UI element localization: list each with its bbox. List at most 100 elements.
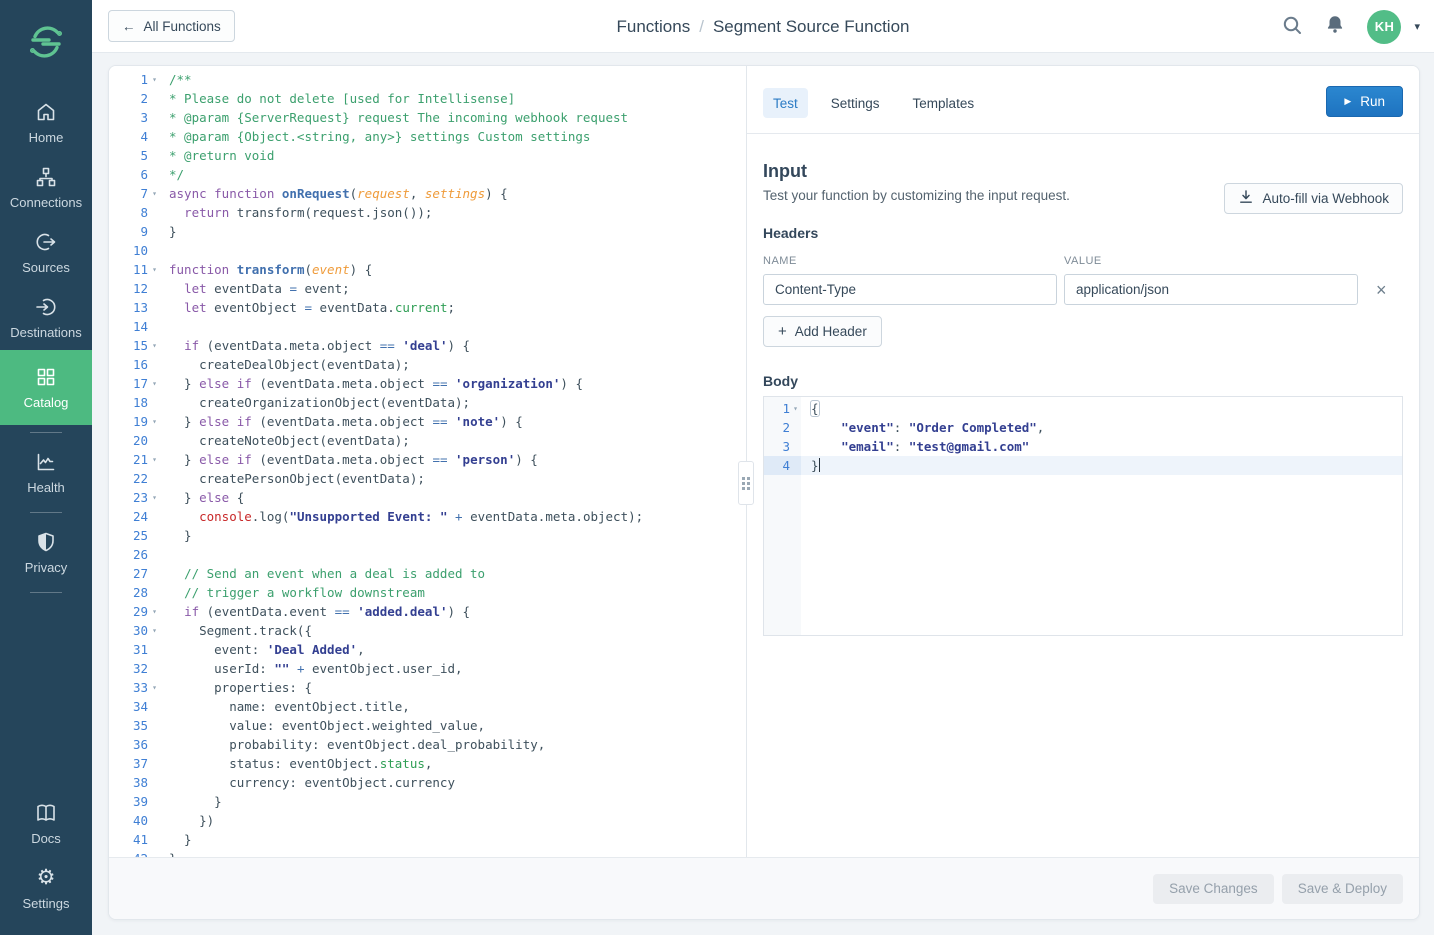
fold-caret-icon[interactable]: ▾ [148, 184, 161, 203]
tab-templates[interactable]: Templates [903, 88, 985, 118]
code-line[interactable]: 4* @param {Object.<string, any>} setting… [109, 127, 746, 146]
code-line[interactable]: 31 event: 'Deal Added', [109, 640, 746, 659]
segment-logo-icon[interactable] [20, 16, 72, 68]
sidebar-item-connections[interactable]: Connections [0, 155, 92, 220]
code-line[interactable]: 13 let eventObject = eventData.current; [109, 298, 746, 317]
fold-caret-icon[interactable]: ▾ [148, 374, 161, 393]
code-line[interactable]: 24 console.log("Unsupported Event: " + e… [109, 507, 746, 526]
fold-caret-icon[interactable]: ▾ [148, 336, 161, 355]
code-line[interactable]: 3* @param {ServerRequest} request The in… [109, 108, 746, 127]
destinations-icon [0, 294, 92, 320]
code-line[interactable]: 10 [109, 241, 746, 260]
tab-test[interactable]: Test [763, 88, 808, 118]
line-number: 23▾ [109, 488, 161, 507]
code-line[interactable]: 14 [109, 317, 746, 336]
code-line[interactable]: 36 probability: eventObject.deal_probabi… [109, 735, 746, 754]
code-line[interactable]: 26 [109, 545, 746, 564]
code-line[interactable]: 32 userId: "" + eventObject.user_id, [109, 659, 746, 678]
code-line[interactable]: 4} [764, 456, 1402, 475]
header-name-input[interactable] [763, 274, 1057, 305]
bell-icon [1324, 14, 1346, 39]
code-line[interactable]: 18 createOrganizationObject(eventData); [109, 393, 746, 412]
code-line[interactable]: 1▾{ [764, 399, 1402, 418]
code-line[interactable]: 2* Please do not delete [used for Intell… [109, 89, 746, 108]
code-line[interactable]: 40 }) [109, 811, 746, 830]
header-value-input[interactable] [1064, 274, 1358, 305]
code-line[interactable]: 37 status: eventObject.status, [109, 754, 746, 773]
breadcrumb: Functions / Segment Source Function [617, 0, 910, 53]
sidebar-item-privacy[interactable]: Privacy [0, 520, 92, 585]
code-line[interactable]: 15▾ if (eventData.meta.object == 'deal')… [109, 336, 746, 355]
code-line[interactable]: 2 "event": "Order Completed", [764, 418, 1402, 437]
all-functions-back-button[interactable]: ← All Functions [108, 10, 235, 42]
remove-header-button[interactable]: × [1376, 281, 1387, 299]
health-icon [0, 449, 92, 475]
code-line[interactable]: 30▾ Segment.track({ [109, 621, 746, 640]
code-line[interactable]: 25 } [109, 526, 746, 545]
code-line[interactable]: 29▾ if (eventData.event == 'added.deal')… [109, 602, 746, 621]
add-header-button[interactable]: + Add Header [763, 316, 882, 347]
code-line[interactable]: 7▾async function onRequest(request, sett… [109, 184, 746, 203]
save-and-deploy-button[interactable]: Save & Deploy [1282, 874, 1403, 904]
tab-settings[interactable]: Settings [821, 88, 890, 118]
sidebar-item-catalog[interactable]: Catalog [0, 350, 92, 425]
code-line[interactable]: 17▾ } else if (eventData.meta.object == … [109, 374, 746, 393]
autofill-via-webhook-button[interactable]: Auto-fill via Webhook [1224, 183, 1403, 214]
save-changes-button[interactable]: Save Changes [1153, 874, 1274, 904]
sidebar-item-settings[interactable]: ⚙ Settings [0, 856, 92, 921]
code-line[interactable]: 11▾function transform(event) { [109, 260, 746, 279]
code-line[interactable]: 38 currency: eventObject.currency [109, 773, 746, 792]
run-button-label: Run [1360, 94, 1385, 109]
code-line[interactable]: 33▾ properties: { [109, 678, 746, 697]
code-line[interactable]: 8 return transform(request.json()); [109, 203, 746, 222]
run-button[interactable]: ▶ Run [1326, 86, 1403, 117]
fold-caret-icon[interactable]: ▾ [148, 488, 161, 507]
code-line[interactable]: 16 createDealObject(eventData); [109, 355, 746, 374]
avatar[interactable]: KH [1367, 10, 1401, 44]
code-line[interactable]: 20 createNoteObject(eventData); [109, 431, 746, 450]
avatar-caret-icon[interactable]: ▾ [1414, 20, 1420, 33]
sidebar-item-health[interactable]: Health [0, 440, 92, 505]
fold-caret-icon[interactable]: ▾ [148, 70, 161, 89]
breadcrumb-functions[interactable]: Functions [617, 17, 691, 37]
home-icon [0, 99, 92, 125]
code-line[interactable]: 9} [109, 222, 746, 241]
code-line[interactable]: 5* @return void [109, 146, 746, 165]
code-line[interactable]: 22 createPersonObject(eventData); [109, 469, 746, 488]
fold-caret-icon[interactable]: ▾ [790, 399, 801, 418]
notifications-button[interactable] [1324, 14, 1346, 39]
fold-caret-icon[interactable]: ▾ [148, 412, 161, 431]
sidebar-item-home[interactable]: Home [0, 90, 92, 155]
fold-caret-icon[interactable]: ▾ [148, 678, 161, 697]
code-line[interactable]: 19▾ } else if (eventData.meta.object == … [109, 412, 746, 431]
search-button[interactable] [1281, 14, 1303, 39]
line-number: 7▾ [109, 184, 161, 203]
line-number: 39 [109, 792, 161, 811]
sidebar-item-docs[interactable]: Docs [0, 791, 92, 856]
fold-caret-icon[interactable]: ▾ [148, 450, 161, 469]
code-line[interactable]: 3 "email": "test@gmail.com" [764, 437, 1402, 456]
fold-caret-icon[interactable]: ▾ [148, 621, 161, 640]
code-line[interactable]: 39 } [109, 792, 746, 811]
code-line[interactable]: 41 } [109, 830, 746, 849]
pane-splitter-handle[interactable] [738, 461, 754, 505]
code-line[interactable]: 1▾/** [109, 70, 746, 89]
code-line[interactable]: 28 // trigger a workflow downstream [109, 583, 746, 602]
fold-caret-icon[interactable]: ▾ [148, 602, 161, 621]
line-number: 31 [109, 640, 161, 659]
code-line[interactable]: 42} [109, 849, 746, 857]
connections-icon [0, 164, 92, 190]
code-line[interactable]: 34 name: eventObject.title, [109, 697, 746, 716]
body-json-editor[interactable]: 1▾{2 "event": "Order Completed",3 "email… [763, 396, 1403, 636]
code-line[interactable]: 23▾ } else { [109, 488, 746, 507]
code-line[interactable]: 6*/ [109, 165, 746, 184]
close-icon: × [1376, 280, 1387, 300]
code-line[interactable]: 27 // Send an event when a deal is added… [109, 564, 746, 583]
code-line[interactable]: 21▾ } else if (eventData.meta.object == … [109, 450, 746, 469]
sidebar-item-sources[interactable]: Sources [0, 220, 92, 285]
fold-caret-icon[interactable]: ▾ [148, 260, 161, 279]
code-editor[interactable]: 1▾/**2* Please do not delete [used for I… [109, 66, 746, 857]
sidebar-item-destinations[interactable]: Destinations [0, 285, 92, 350]
code-line[interactable]: 12 let eventData = event; [109, 279, 746, 298]
code-line[interactable]: 35 value: eventObject.weighted_value, [109, 716, 746, 735]
